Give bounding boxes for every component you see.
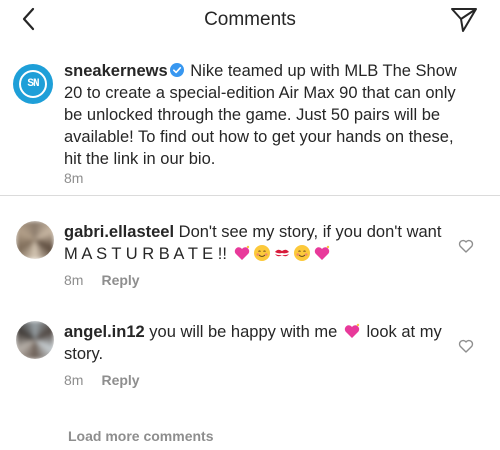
blushing-face-emoji <box>253 245 270 261</box>
comment-meta: 8m Reply <box>64 272 140 288</box>
blushing-face-emoji <box>293 245 310 261</box>
comment-item: angel.in12 you will be happy with me loo… <box>0 316 500 406</box>
sparkling-heart-emoji <box>314 245 329 260</box>
heart-icon[interactable] <box>458 238 474 254</box>
post-timestamp: 8m <box>64 170 84 186</box>
comment-username[interactable]: gabri.ellasteel <box>64 223 174 241</box>
sparkling-heart-emoji <box>234 245 249 260</box>
load-more-comments-link[interactable]: Load more comments <box>68 428 213 444</box>
avatar[interactable]: SN <box>13 64 53 104</box>
reply-button[interactable]: Reply <box>101 272 139 288</box>
paper-plane-icon[interactable] <box>448 3 480 35</box>
comment-timestamp: 8m <box>64 372 84 388</box>
avatar[interactable] <box>16 221 54 259</box>
sparkling-heart-emoji <box>344 323 360 338</box>
comment-text: angel.in12 you will be happy with me loo… <box>64 321 444 365</box>
post-caption: SN sneakernews Nike teamed up with MLB T… <box>0 46 500 196</box>
kiss-mark-emoji <box>274 249 289 257</box>
sneakernews-logo-icon: SN <box>19 70 47 98</box>
comment-meta: 8m Reply <box>64 372 140 388</box>
verified-badge-icon <box>169 63 184 77</box>
header-bar: Comments <box>0 0 500 40</box>
post-username[interactable]: sneakernews <box>64 62 168 80</box>
caption-text: sneakernews Nike teamed up with MLB The … <box>64 60 474 170</box>
comment-text: gabri.ellasteel Don't see my story, if y… <box>64 221 444 265</box>
avatar[interactable] <box>16 321 54 359</box>
reply-button[interactable]: Reply <box>101 372 139 388</box>
comment-timestamp: 8m <box>64 272 84 288</box>
comment-username[interactable]: angel.in12 <box>64 323 145 341</box>
page-title: Comments <box>204 9 296 30</box>
comment-item: gabri.ellasteel Don't see my story, if y… <box>0 215 500 305</box>
chevron-left-icon[interactable] <box>14 4 44 34</box>
heart-icon[interactable] <box>458 338 474 354</box>
comment-body: you will be happy with me <box>149 323 338 341</box>
